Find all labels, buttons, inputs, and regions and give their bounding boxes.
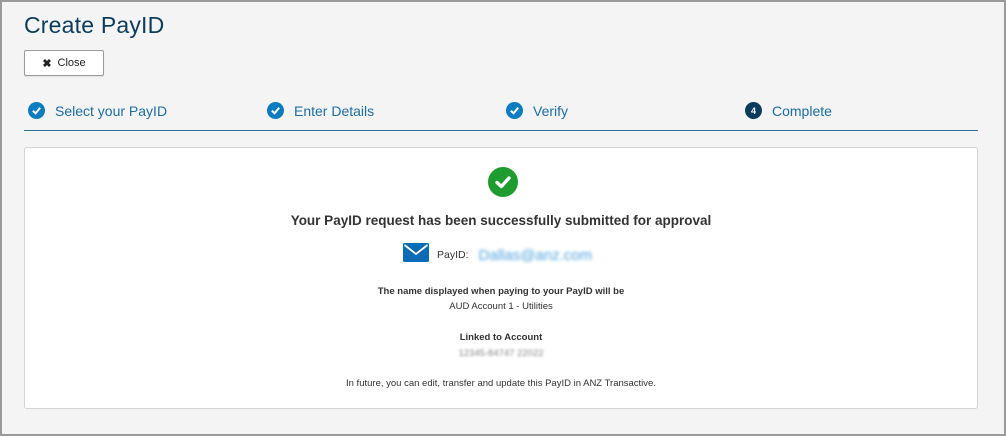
step-label: Select your PayID bbox=[55, 102, 168, 119]
step-label: Verify bbox=[533, 102, 569, 119]
confirmation-panel: Your PayID request has been successfully… bbox=[24, 147, 978, 409]
step-complete: 4 Complete bbox=[745, 102, 832, 119]
close-icon: ✖ bbox=[42, 57, 52, 70]
step-label: Enter Details bbox=[294, 102, 375, 119]
step-verify: Verify bbox=[506, 102, 568, 119]
step-number-badge: 4 bbox=[745, 102, 762, 119]
close-button[interactable]: ✖ Close bbox=[24, 50, 104, 76]
close-button-label: Close bbox=[57, 57, 86, 69]
step-label: Complete bbox=[772, 102, 832, 119]
check-circle-icon bbox=[267, 102, 284, 119]
display-name-value: AUD Account 1 - Utilities bbox=[449, 301, 553, 312]
app-window: Create PayID ✖ Close Select your PayID E… bbox=[0, 0, 1006, 436]
envelope-icon bbox=[403, 243, 429, 267]
step-enter-details: Enter Details bbox=[267, 102, 374, 119]
display-name-heading: The name displayed when paying to your P… bbox=[377, 286, 625, 297]
check-circle-icon bbox=[506, 102, 523, 119]
payid-label: PayID: bbox=[437, 249, 469, 261]
linked-account-heading: Linked to Account bbox=[459, 332, 543, 343]
payid-value: Dallas@anz.com bbox=[478, 246, 593, 264]
success-message: Your PayID request has been successfully… bbox=[290, 213, 712, 228]
page-title: Create PayID bbox=[24, 12, 165, 38]
payid-row: PayID: Dallas@anz.com bbox=[403, 243, 593, 267]
check-circle-icon bbox=[28, 102, 45, 119]
step-select-payid: Select your PayID bbox=[28, 102, 167, 119]
linked-account-value: 12345-84747 22022 bbox=[458, 348, 544, 359]
progress-steps: Select your PayID Enter Details Verify 4… bbox=[24, 98, 978, 131]
footer-note: In future, you can edit, transfer and up… bbox=[346, 378, 656, 389]
success-check-icon bbox=[488, 167, 518, 197]
